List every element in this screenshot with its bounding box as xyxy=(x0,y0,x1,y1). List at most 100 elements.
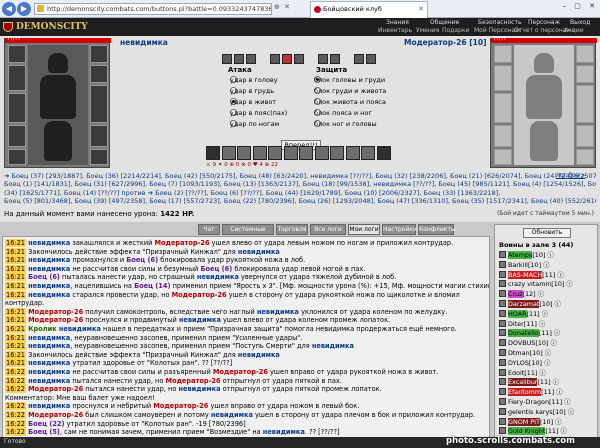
chat-tab[interactable]: Торговля xyxy=(276,224,308,235)
player-name[interactable]: Darzamat xyxy=(508,300,540,308)
log-time[interactable]: 16:21 xyxy=(5,316,27,325)
log-actor[interactable]: невидимка xyxy=(28,334,70,342)
refresh-button[interactable]: Обновить xyxy=(523,228,571,238)
armor-slot[interactable] xyxy=(8,125,26,147)
log-actor[interactable]: Модератор-26 xyxy=(28,316,83,324)
log-target[interactable]: Модератор-26 xyxy=(153,402,208,410)
right-player-name[interactable]: Модератор-26 [10] xyxy=(404,38,487,47)
skill-icon[interactable] xyxy=(345,146,360,160)
room-player[interactable]: Dtman[10] ⓘ xyxy=(499,349,551,358)
skill-icon[interactable] xyxy=(237,146,251,160)
log-target[interactable]: Боец (6) xyxy=(126,256,158,264)
logo[interactable]: DEMONSCITY xyxy=(2,20,88,34)
log-actor[interactable]: Боец (6) xyxy=(28,273,60,281)
log-time[interactable]: 16:22 xyxy=(5,402,27,411)
info-icon[interactable]: ⓘ xyxy=(554,388,562,396)
skill-icon[interactable] xyxy=(252,146,267,160)
room-player[interactable]: gelentis karys[10] ⓘ xyxy=(499,407,574,417)
log-actor[interactable]: Кролик xyxy=(28,325,57,333)
log-target[interactable]: невидимка xyxy=(263,428,305,436)
log-actor[interactable]: невидимка xyxy=(28,368,70,376)
log-target[interactable]: невидимка xyxy=(238,248,280,256)
player-name[interactable]: Barkill xyxy=(508,261,528,269)
log-time[interactable]: 16:21 xyxy=(5,256,27,265)
log-time[interactable]: 16:22 xyxy=(5,411,27,419)
log-target[interactable]: невидимка xyxy=(178,385,220,393)
log-target[interactable]: Модератор-26 xyxy=(155,239,210,247)
room-player[interactable]: BAS-MACH[11] ⓘ xyxy=(499,270,564,280)
info-icon[interactable]: ⓘ xyxy=(562,398,570,406)
address-bar[interactable]: http://demonscity.combats.com/buttons.pl… xyxy=(34,3,272,15)
info-icon[interactable]: ⓘ xyxy=(553,300,561,308)
effect-icon[interactable] xyxy=(330,54,340,64)
log-time[interactable]: 16:21 xyxy=(5,342,27,351)
chat-tab[interactable]: Настройки xyxy=(382,224,417,235)
effect-icon[interactable] xyxy=(270,54,280,64)
room-player[interactable]: HOAR[11] ⓘ xyxy=(499,309,548,319)
effect-icon[interactable] xyxy=(222,54,232,64)
room-player[interactable]: Efantomm[11] ⓘ xyxy=(499,388,563,397)
address-tools[interactable]: ⊕ ✕ xyxy=(274,3,308,15)
room-player[interactable]: Diter[11] ⓘ xyxy=(499,319,545,329)
info-icon[interactable]: ⓘ xyxy=(541,261,549,269)
log-time[interactable]: 16:21 xyxy=(5,325,27,333)
player-name[interactable]: DYLOS xyxy=(508,359,529,367)
log-target[interactable]: невидимка xyxy=(238,351,280,359)
chat-tab[interactable]: Все логи xyxy=(310,224,346,235)
room-player[interactable]: Darzamat[10] ⓘ xyxy=(499,300,561,309)
room-player[interactable]: Donatello[11] ⓘ xyxy=(499,329,560,338)
skill-icon[interactable] xyxy=(314,146,329,160)
sub-menu-item[interactable]: Акции xyxy=(564,27,584,34)
log-time[interactable]: 16:21 xyxy=(5,239,27,247)
log-time[interactable]: 16:21 xyxy=(5,264,27,273)
battle-log-link[interactable]: лог боя » xyxy=(556,172,585,179)
info-icon[interactable]: ⓘ xyxy=(536,290,544,298)
log-target[interactable]: Боец (6) xyxy=(200,265,232,273)
log-time[interactable]: 16:22 xyxy=(5,376,27,385)
log-actor[interactable]: Модератор-26 xyxy=(28,411,83,419)
log-actor[interactable]: невидимка xyxy=(28,359,70,367)
player-name[interactable]: Fiery-Dragon xyxy=(508,398,549,406)
shield-slot[interactable] xyxy=(576,85,594,123)
log-time[interactable]: 16:21 xyxy=(5,247,27,256)
info-icon[interactable]: ⓘ xyxy=(537,320,545,328)
log-time[interactable]: 16:21 xyxy=(5,307,27,316)
top-menu-item[interactable]: Знания xyxy=(386,19,409,26)
player-name[interactable]: Excalibur xyxy=(508,378,538,387)
log-time[interactable]: 16:22 xyxy=(5,385,27,394)
info-icon[interactable]: ⓘ xyxy=(542,359,550,367)
skill-icon[interactable] xyxy=(361,146,375,160)
player-name[interactable]: Atemps xyxy=(508,251,533,259)
helmet-slot[interactable] xyxy=(494,45,512,63)
chat-tab[interactable]: Конфликты xyxy=(418,224,456,235)
player-name[interactable]: Dtman xyxy=(508,349,530,357)
player-name[interactable]: gelentis karys xyxy=(508,408,553,416)
log-time[interactable]: 16:22 xyxy=(5,368,27,376)
player-name[interactable]: Edoit xyxy=(508,369,524,377)
chat-tab[interactable]: Чат xyxy=(198,224,220,235)
log-target[interactable]: Боец (14) xyxy=(134,282,170,290)
player-name[interactable]: DOVBUS xyxy=(508,339,535,347)
belt-slot[interactable] xyxy=(494,149,512,165)
room-player[interactable]: DOVBUS[10] ⓘ xyxy=(499,339,557,348)
shield-slot[interactable] xyxy=(90,85,108,123)
pants-slot[interactable] xyxy=(576,125,594,147)
effect-icon[interactable] xyxy=(282,54,292,64)
player-name[interactable]: Cruz xyxy=(508,290,523,299)
skill-icon[interactable] xyxy=(299,146,313,160)
info-icon[interactable]: ⓘ xyxy=(558,427,567,435)
room-player[interactable]: crazy vitamin[10] ⓘ xyxy=(499,280,573,289)
player-name[interactable]: crazy vitamin xyxy=(508,280,551,288)
effect-icon[interactable] xyxy=(354,54,364,64)
log-actor[interactable]: невидимка xyxy=(28,342,70,350)
effect-icon[interactable] xyxy=(294,54,304,64)
top-menu-item[interactable]: Безопасность xyxy=(478,19,522,26)
log-target[interactable]: невидимка xyxy=(211,411,253,419)
log-actor[interactable]: невидимка xyxy=(28,291,70,299)
belt-slot[interactable] xyxy=(8,149,26,165)
top-menu-item[interactable]: Выход xyxy=(570,19,590,26)
sub-menu-item[interactable]: Подарки xyxy=(442,27,469,34)
log-actor[interactable]: невидимка xyxy=(28,256,70,264)
info-icon[interactable]: ⓘ xyxy=(566,408,574,416)
log-time[interactable]: 16:21 xyxy=(5,333,27,342)
